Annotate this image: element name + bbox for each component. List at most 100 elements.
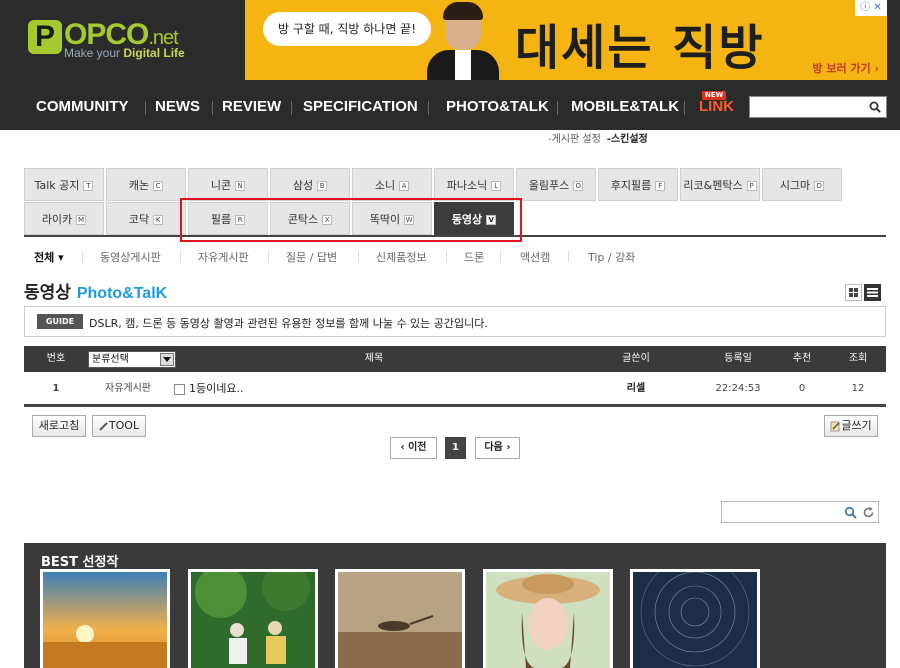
highlight-box [180, 198, 522, 242]
search-icon[interactable] [844, 506, 857, 519]
row-recommend: 0 [798, 383, 806, 394]
tab-label: 라이카 [41, 213, 73, 226]
best-thumbnail[interactable] [483, 569, 613, 668]
tab-sigma[interactable]: 시그마 D [762, 168, 842, 201]
tab-shortcut-key: D [814, 181, 825, 191]
bird-photo [338, 572, 462, 668]
ad-headline: 대세는 직방 [515, 20, 765, 76]
best-thumbnail[interactable] [335, 569, 465, 668]
next-page-button[interactable]: 다음 › [475, 437, 520, 459]
category-tip-lecture[interactable]: Tip / 강좌 [588, 249, 635, 265]
bottom-search-input[interactable] [726, 504, 834, 520]
nav-photo-talk[interactable]: PHOTO&TALK [446, 88, 549, 126]
tab-label: 파나소닉 [446, 179, 488, 192]
logo-tagline: Make your Digital Life [64, 46, 185, 60]
tab-shortcut-key: C [153, 181, 164, 191]
board-title: 동영상 Photo&TalK [24, 278, 167, 303]
category-drone[interactable]: 드론 [464, 249, 484, 265]
best-thumbnail[interactable] [630, 557, 760, 668]
table-header: 번호 분류선택 제목 글쓴이 등록일 추천 조회 [24, 346, 886, 372]
tab-shortcut-key: K [153, 215, 164, 225]
best-title: BEST 선정작 [41, 555, 119, 570]
category-action-cam[interactable]: 액션캠 [520, 249, 550, 265]
popco-logo[interactable]: P OPCO.net Make your Digital Life [28, 16, 188, 66]
tab-shortcut-key: B [317, 181, 328, 191]
prev-page-button[interactable]: ‹ 이전 [390, 437, 437, 459]
nav-review[interactable]: REVIEW [222, 88, 281, 126]
tab-shortcut-key: A [399, 181, 410, 191]
category-all[interactable]: 전체 ▾ [34, 249, 64, 265]
best-thumbnail[interactable] [40, 569, 170, 668]
row-author[interactable]: 리셀 [604, 375, 668, 403]
row-checkbox[interactable] [174, 383, 185, 395]
grid-view-icon[interactable] [845, 284, 862, 301]
row-no: 1 [52, 383, 60, 394]
tab-leica[interactable]: 라이카 M [24, 202, 104, 235]
header-search-input[interactable] [750, 97, 860, 117]
col-views: 조회 [848, 353, 868, 364]
table-row: 1 자유게시판 1등이네요.. 리셀 22:24:53 0 12 [24, 375, 886, 403]
row-subject-text[interactable]: 1등이네요.. [189, 382, 243, 395]
category-video-board[interactable]: 동영상게시판 [100, 249, 161, 265]
reset-icon[interactable] [862, 506, 875, 519]
table-bottom-rule [24, 404, 886, 407]
row-views: 12 [851, 383, 865, 394]
category-select[interactable]: 분류선택 [88, 351, 176, 368]
best-thumbnail[interactable] [188, 563, 318, 668]
category-qna[interactable]: 질문 / 답변 [286, 249, 337, 265]
board-title-en: Photo&TalK [76, 285, 168, 302]
logo-tagline-pre: Make your [64, 46, 124, 60]
tab-shortcut-key: F [655, 181, 666, 191]
tab-shortcut-key: P [746, 181, 757, 191]
tab-ricoh-pentax[interactable]: 리코&펜탁스 P [680, 168, 760, 201]
ad-info-close-icon[interactable]: ⓘ ✕ [855, 0, 887, 16]
ad-bubble-text: 방 구할 때, 직방 하나면 끝! [263, 12, 431, 46]
tool-button[interactable]: TOOL [92, 415, 146, 437]
people-in-forest-photo [191, 563, 315, 668]
row-category[interactable]: 자유게시판 [92, 375, 164, 403]
col-subject: 제목 [364, 353, 384, 364]
tab-shortcut-key: M [76, 215, 87, 225]
logo-tagline-bold: Digital Life [123, 46, 185, 60]
tab-label: 올림푸스 [528, 179, 570, 192]
tab-fujifilm[interactable]: 후지필름 F [598, 168, 678, 201]
ad-banner[interactable]: 방 구할 때, 직방 하나면 끝! 대세는 직방 방 보러 가기 › ⓘ ✕ [245, 0, 887, 80]
tab-talk-notice[interactable]: Talk 공지 T [24, 168, 104, 201]
write-button[interactable]: 글쓰기 [824, 415, 878, 437]
nav-community[interactable]: COMMUNITY [36, 88, 129, 126]
nav-specification[interactable]: SPECIFICATION [303, 88, 418, 126]
page-1-button[interactable]: 1 [445, 437, 466, 459]
category-select-value: 분류선택 [92, 354, 129, 365]
tab-samsung[interactable]: 삼성 B [270, 168, 350, 201]
star-trail-photo [633, 557, 757, 668]
category-new-products[interactable]: 신제품정보 [376, 249, 427, 265]
tab-kodak[interactable]: 코닥 K [106, 202, 186, 235]
pencil-icon [830, 421, 840, 431]
tab-label: 캐논 [128, 179, 150, 192]
category-free-board[interactable]: 자유게시판 [198, 249, 249, 265]
nav-mobile-talk[interactable]: MOBILE&TALK [571, 88, 679, 126]
tool-button-label: TOOL [108, 419, 140, 432]
skin-settings-link[interactable]: -스킨설정 [607, 134, 648, 145]
tab-olympus[interactable]: 올림푸스 O [516, 168, 596, 201]
ad-cta-link[interactable]: 방 보러 가기 › [812, 60, 879, 76]
tab-nikon[interactable]: 니콘 N [188, 168, 268, 201]
board-guide: GUIDE DSLR, 캠, 드론 등 동영상 촬영과 관련된 유용한 정보를 … [24, 306, 886, 337]
tab-shortcut-key: N [235, 181, 246, 191]
tool-icon [99, 422, 108, 431]
view-mode-toggle [845, 284, 885, 302]
refresh-button[interactable]: 새로고침 [32, 415, 86, 437]
tab-label: 소니 [374, 179, 396, 192]
tab-sony[interactable]: 소니 A [352, 168, 432, 201]
tab-shortcut-key: L [491, 181, 502, 191]
row-subject[interactable]: 1등이네요.. [174, 375, 243, 403]
list-view-icon[interactable] [864, 284, 881, 301]
board-settings-link[interactable]: -게시판 설정 [548, 134, 601, 145]
search-icon[interactable] [869, 101, 881, 113]
nav-news[interactable]: NEWS [155, 88, 200, 126]
tab-canon[interactable]: 캐논 C [106, 168, 186, 201]
write-button-label: 글쓰기 [841, 419, 872, 432]
tab-label: 후지필름 [610, 179, 652, 192]
tab-panasonic[interactable]: 파나소닉 L [434, 168, 514, 201]
new-badge: NEW [702, 91, 727, 100]
